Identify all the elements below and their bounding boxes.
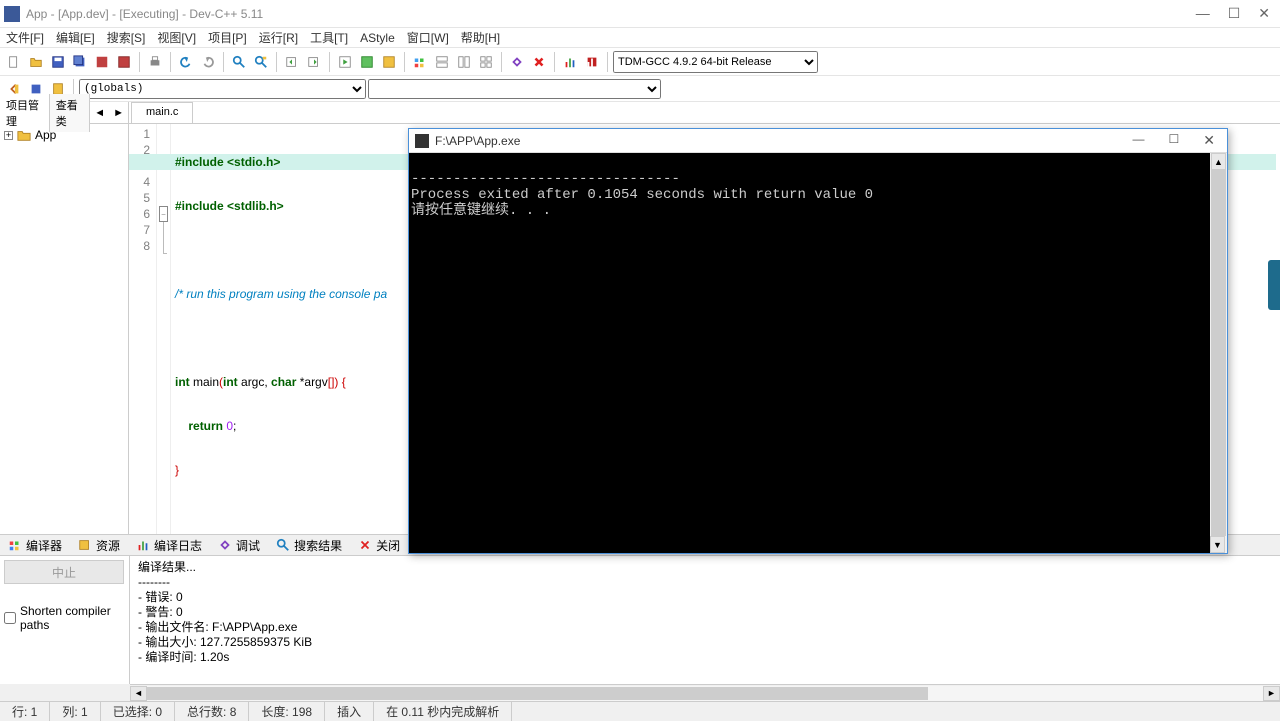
console-vertical-scrollbar[interactable]: ▲ ▼ [1210, 153, 1227, 553]
menu-search[interactable]: 搜索[S] [107, 29, 146, 46]
goto-prev-button[interactable] [282, 52, 302, 72]
menu-window[interactable]: 窗口[W] [407, 29, 449, 46]
menu-edit[interactable]: 编辑[E] [56, 29, 95, 46]
save-button[interactable] [48, 52, 68, 72]
compile-output[interactable]: 编译结果... -------- - 错误: 0 - 警告: 0 - 输出文件名… [130, 556, 1280, 684]
scroll-right-icon[interactable]: ► [1263, 686, 1280, 701]
console-close-button[interactable]: ✕ [1197, 132, 1221, 149]
rebuild-button[interactable] [410, 52, 430, 72]
line-number-gutter: 12345678 [129, 124, 157, 534]
tab-compiler[interactable]: 编译器 [0, 535, 70, 556]
menu-astyle[interactable]: AStyle [360, 31, 395, 45]
status-row: 行: 1 [0, 702, 50, 721]
file-tab-main[interactable]: main.c [131, 102, 193, 123]
compile-button[interactable] [335, 52, 355, 72]
fold-column[interactable]: − [157, 124, 171, 534]
stop-button[interactable]: 中止 [4, 560, 124, 584]
save-all-button[interactable] [70, 52, 90, 72]
menu-tools[interactable]: 工具[T] [310, 29, 348, 46]
nav-left-icon[interactable]: ◄ [90, 105, 109, 121]
menu-file[interactable]: 文件[F] [6, 29, 44, 46]
scroll-left-icon[interactable]: ◄ [130, 686, 147, 701]
compile-run-button[interactable] [379, 52, 399, 72]
menu-help[interactable]: 帮助[H] [461, 29, 500, 46]
console-titlebar[interactable]: F:\APP\App.exe — ☐ ✕ [409, 129, 1227, 153]
console-title: F:\APP\App.exe [435, 134, 1127, 148]
close-button[interactable]: ✕ [1258, 5, 1270, 22]
close-file-button[interactable] [114, 52, 134, 72]
open-button[interactable] [26, 52, 46, 72]
menu-view[interactable]: 视图[V] [157, 29, 196, 46]
print-button[interactable] [145, 52, 165, 72]
redo-button[interactable] [198, 52, 218, 72]
menu-run[interactable]: 运行[R] [259, 29, 298, 46]
fold-toggle-icon[interactable]: − [159, 206, 168, 222]
project-tree-root[interactable]: + App [4, 128, 124, 142]
compiler-select[interactable]: TDM-GCC 4.9.2 64-bit Release [613, 51, 818, 73]
clean-button[interactable] [582, 52, 602, 72]
status-insert-mode: 插入 [325, 702, 374, 721]
tile-vert-button[interactable] [454, 52, 474, 72]
goto-next-button[interactable] [304, 52, 324, 72]
window-titlebar: App - [App.dev] - [Executing] - Dev-C++ … [0, 0, 1280, 28]
minimize-button[interactable]: — [1196, 5, 1210, 22]
side-tab-handle[interactable] [1268, 260, 1280, 310]
tile-grid-button[interactable] [476, 52, 496, 72]
tab-close[interactable]: 关闭 [350, 535, 408, 556]
app-icon [4, 6, 20, 22]
scroll-up-icon[interactable]: ▲ [1211, 153, 1226, 170]
console-maximize-button[interactable]: ☐ [1163, 132, 1186, 149]
menu-bar: 文件[F] 编辑[E] 搜索[S] 视图[V] 项目[P] 运行[R] 工具[T… [0, 28, 1280, 48]
status-bar: 行: 1 列: 1 已选择: 0 总行数: 8 长度: 198 插入 在 0.1… [0, 701, 1280, 721]
find-button[interactable] [229, 52, 249, 72]
toolbar-main: TDM-GCC 4.9.2 64-bit Release [0, 48, 1280, 76]
shorten-paths-checkbox[interactable]: Shorten compiler paths [4, 604, 125, 632]
status-selected: 已选择: 0 [101, 702, 175, 721]
stop-debug-button[interactable] [529, 52, 549, 72]
console-output[interactable]: -------------------------------- Process… [409, 153, 1227, 553]
status-total-lines: 总行数: 8 [175, 702, 249, 721]
maximize-button[interactable]: ☐ [1228, 5, 1241, 22]
side-panel: 项目管理 查看类 ◄ ► + App [0, 102, 129, 534]
status-length: 长度: 198 [249, 702, 325, 721]
scope-select[interactable]: (globals) [79, 79, 366, 99]
status-col: 列: 1 [50, 702, 100, 721]
tab-debug[interactable]: 调试 [210, 535, 268, 556]
horizontal-scrollbar[interactable]: ◄ ► [130, 684, 1280, 701]
toolbar-nav: (globals) [0, 76, 1280, 102]
console-app-icon [415, 134, 429, 148]
tile-horiz-button[interactable] [432, 52, 452, 72]
window-title: App - [App.dev] - [Executing] - Dev-C++ … [26, 7, 1196, 21]
expand-icon[interactable]: + [4, 131, 13, 140]
tab-compile-log[interactable]: 编译日志 [128, 535, 210, 556]
tab-search-results[interactable]: 搜索结果 [268, 535, 350, 556]
undo-button[interactable] [176, 52, 196, 72]
debug-button[interactable] [507, 52, 527, 72]
new-file-button[interactable] [4, 52, 24, 72]
console-minimize-button[interactable]: — [1127, 132, 1151, 149]
nav-right-icon[interactable]: ► [109, 105, 128, 121]
scroll-down-icon[interactable]: ▼ [1210, 536, 1225, 553]
run-button[interactable] [357, 52, 377, 72]
member-select[interactable] [368, 79, 661, 99]
replace-button[interactable] [251, 52, 271, 72]
compile-log-panel: 中止 Shorten compiler paths 编译结果... ------… [0, 556, 1280, 684]
tab-resources[interactable]: 资源 [70, 535, 128, 556]
menu-project[interactable]: 项目[P] [208, 29, 247, 46]
profile-button[interactable] [560, 52, 580, 72]
status-parse-time: 在 0.11 秒内完成解析 [374, 702, 512, 721]
folder-icon [17, 128, 31, 142]
console-window[interactable]: F:\APP\App.exe — ☐ ✕ -------------------… [408, 128, 1228, 554]
save-project-button[interactable] [92, 52, 112, 72]
project-name-label: App [35, 128, 56, 142]
